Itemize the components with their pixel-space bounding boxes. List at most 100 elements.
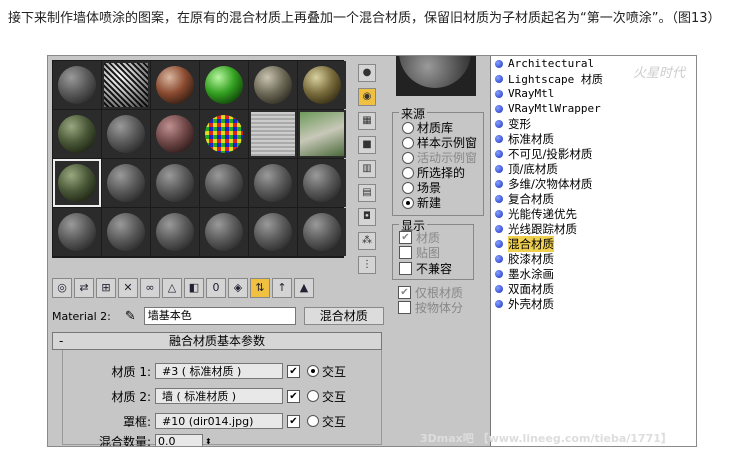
assign-material-icon[interactable]: ⊞ bbox=[96, 278, 116, 298]
material-effects-icon[interactable]: ◧ bbox=[184, 278, 204, 298]
sample-slot[interactable] bbox=[298, 159, 346, 207]
sample-slot[interactable] bbox=[298, 61, 346, 109]
mask-interactive-label: 交互 bbox=[322, 414, 347, 429]
background-icon[interactable]: ▦ bbox=[358, 112, 376, 130]
mask-button[interactable]: #10 (dir014.jpg) bbox=[155, 413, 283, 429]
material2-interactive-label: 交互 bbox=[322, 389, 347, 404]
sample-slot[interactable] bbox=[53, 208, 101, 256]
material-browser-options: 来源 材质库 样本示例窗 活动示例窗 所选择的 场景 新建 显示 ✔ 材质 贴图 … bbox=[388, 56, 488, 446]
show-incompatible-checkbox[interactable]: 不兼容 bbox=[399, 260, 452, 277]
sample-slot[interactable] bbox=[151, 61, 199, 109]
show-end-result-icon[interactable]: ◈ bbox=[228, 278, 248, 298]
show-group: 显示 ✔ 材质 贴图 不兼容 bbox=[392, 217, 474, 280]
material2-row: 材质 2: 墙 ( 标准材质 ) ✔ 交互 bbox=[63, 387, 346, 405]
sample-slot[interactable] bbox=[200, 159, 248, 207]
video-color-check-icon[interactable]: ▥ bbox=[358, 160, 376, 178]
options-icon[interactable]: ◘ bbox=[358, 208, 376, 226]
list-item[interactable]: 光能传递优先 bbox=[495, 206, 577, 221]
sample-slot[interactable] bbox=[298, 208, 346, 256]
mask-enable-checkbox[interactable]: ✔ bbox=[287, 414, 300, 428]
rollout-collapse-marker: - bbox=[59, 334, 64, 348]
material2-button[interactable]: 墙 ( 标准材质 ) bbox=[155, 388, 283, 404]
list-item[interactable]: 标准材质 bbox=[495, 131, 554, 146]
backlight-icon[interactable]: ◉ bbox=[358, 88, 376, 106]
material-name-input[interactable]: 墙基本色 bbox=[143, 307, 296, 325]
sample-type-icon[interactable]: ● bbox=[358, 64, 376, 82]
list-item[interactable]: 变形 bbox=[495, 116, 531, 131]
mask-interactive-radio[interactable] bbox=[307, 415, 319, 427]
rollout-header[interactable]: - 融合材质基本参数 bbox=[52, 332, 382, 350]
delete-icon[interactable]: ✕ bbox=[118, 278, 138, 298]
make-unique-icon[interactable]: ∞ bbox=[140, 278, 160, 298]
list-item[interactable]: 多维/次物体材质 bbox=[495, 176, 592, 191]
get-material-icon[interactable]: ◎ bbox=[52, 278, 72, 298]
material-type-list: Architectural Lightscape 材质 VRayMtl VRay… bbox=[490, 56, 696, 446]
select-by-material-icon[interactable]: ⁂ bbox=[358, 232, 376, 250]
list-item[interactable]: 顶/底材质 bbox=[495, 161, 558, 176]
sample-slot[interactable] bbox=[200, 208, 248, 256]
material-type-button[interactable]: 混合材质 bbox=[303, 307, 384, 325]
material-preview bbox=[396, 56, 476, 96]
list-item[interactable]: 胶漆材质 bbox=[495, 251, 554, 266]
uv-tiling-icon[interactable]: ■ bbox=[358, 136, 376, 154]
sample-slot[interactable] bbox=[102, 110, 150, 158]
sample-slot[interactable] bbox=[249, 159, 297, 207]
sample-slot[interactable] bbox=[151, 159, 199, 207]
sample-slot[interactable] bbox=[249, 208, 297, 256]
watermark: 火星时代 bbox=[632, 66, 685, 81]
put-to-library-icon[interactable]: △ bbox=[162, 278, 182, 298]
sample-slot[interactable] bbox=[249, 61, 297, 109]
material2-enable-checkbox[interactable]: ✔ bbox=[287, 389, 300, 403]
sample-slot-active[interactable] bbox=[53, 159, 101, 207]
material-navigator-icon[interactable]: ⋮ bbox=[358, 256, 376, 274]
caption-text: 接下来制作墙体喷涂的图案，在原有的混合材质上再叠加一个混合材质，保留旧材质为子材… bbox=[8, 11, 721, 26]
pick-icon[interactable]: ▲ bbox=[294, 278, 314, 298]
sample-slots bbox=[52, 60, 346, 258]
mask-label: 罩框: bbox=[122, 414, 151, 429]
sample-slot[interactable] bbox=[151, 110, 199, 158]
make-preview-icon[interactable]: ▤ bbox=[358, 184, 376, 202]
sample-slot[interactable] bbox=[249, 110, 297, 158]
go-to-parent-icon[interactable]: ⇅ bbox=[250, 278, 270, 298]
eyedropper-icon[interactable]: ✎ bbox=[125, 309, 136, 324]
sample-slot[interactable] bbox=[298, 110, 346, 158]
material1-button[interactable]: #3 ( 标准材质 ) bbox=[155, 363, 283, 379]
source-new-option[interactable]: 新建 bbox=[399, 194, 441, 211]
material1-enable-checkbox[interactable]: ✔ bbox=[287, 364, 300, 378]
list-item[interactable]: 复合材质 bbox=[495, 191, 554, 206]
list-item[interactable]: Architectural bbox=[495, 56, 594, 71]
list-item[interactable]: 光线跟踪材质 bbox=[495, 221, 577, 236]
put-to-scene-icon[interactable]: ⇄ bbox=[74, 278, 94, 298]
blend-parameters-rollout: - 融合材质基本参数 材质 1: #3 ( 标准材质 ) ✔ 交互 材质 2: … bbox=[52, 332, 382, 446]
material2-interactive-radio[interactable] bbox=[307, 390, 319, 402]
sample-slot[interactable] bbox=[102, 61, 150, 109]
by-object-checkbox: 按物体分 bbox=[398, 299, 463, 316]
list-item[interactable]: Lightscape 材质 bbox=[495, 71, 603, 86]
material1-interactive-label: 交互 bbox=[322, 364, 347, 379]
sample-slot[interactable] bbox=[53, 110, 101, 158]
list-item[interactable]: 不可见/投影材质 bbox=[495, 146, 592, 161]
list-item[interactable]: 墨水涂画 bbox=[495, 266, 554, 281]
sample-slot[interactable] bbox=[200, 110, 248, 158]
show-maps-checkbox: 贴图 bbox=[399, 244, 440, 261]
mix-amount-label: 混合数量: bbox=[98, 434, 151, 447]
source-group: 来源 材质库 样本示例窗 活动示例窗 所选择的 场景 新建 bbox=[392, 105, 484, 216]
material1-interactive-radio[interactable] bbox=[307, 365, 319, 377]
sample-slot[interactable] bbox=[102, 159, 150, 207]
sample-slot[interactable] bbox=[200, 61, 248, 109]
list-item[interactable]: 外壳材质 bbox=[495, 296, 554, 311]
list-item[interactable]: 双面材质 bbox=[495, 281, 554, 296]
list-item[interactable]: VRayMtl bbox=[495, 86, 554, 101]
go-forward-sibling-icon[interactable]: ↑ bbox=[272, 278, 292, 298]
sample-slot[interactable] bbox=[53, 61, 101, 109]
mix-amount-spinner[interactable]: ⬍ bbox=[205, 437, 212, 446]
sample-slot[interactable] bbox=[102, 208, 150, 256]
list-item-selected[interactable]: 混合材质 bbox=[495, 235, 554, 252]
show-map-icon[interactable]: 0 bbox=[206, 278, 226, 298]
rollout-title: 融合材质基本参数 bbox=[168, 334, 265, 348]
mix-amount-input[interactable]: 0.0 bbox=[155, 434, 203, 446]
material-name-row: Material 2: ✎ 墙基本色 混合材质 bbox=[52, 306, 384, 326]
list-item[interactable]: VRayMtlWrapper bbox=[495, 101, 601, 116]
sample-slot[interactable] bbox=[151, 208, 199, 256]
material1-label: 材质 1: bbox=[111, 364, 152, 379]
